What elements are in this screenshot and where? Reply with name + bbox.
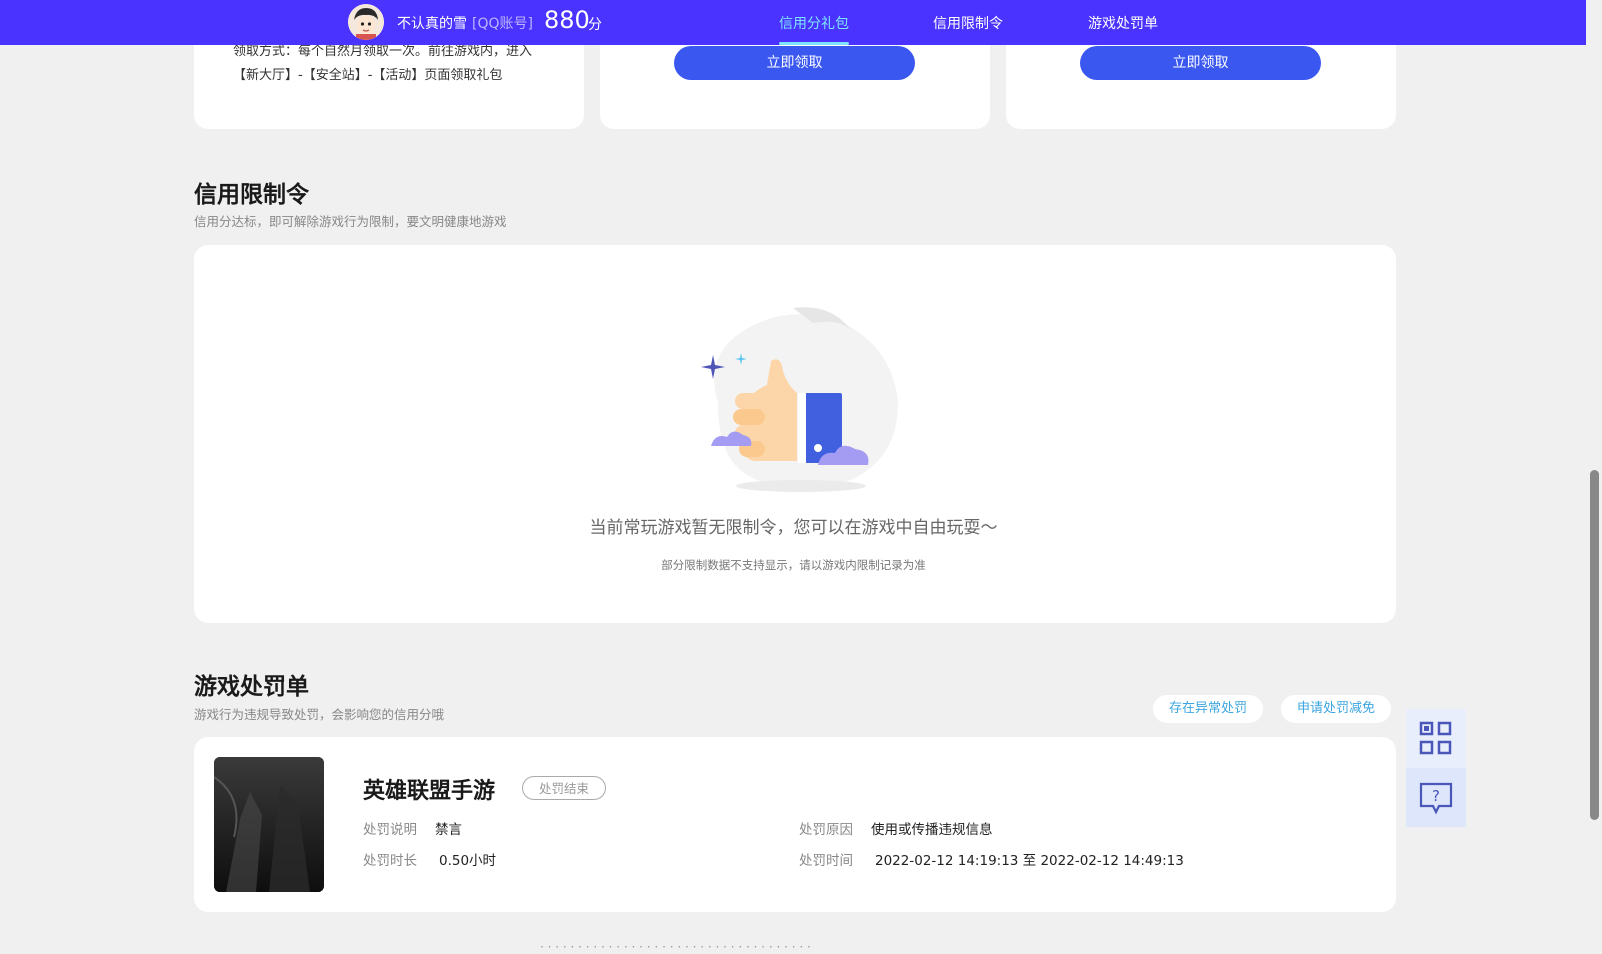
restriction-section-subtitle: 信用分达标，即可解除游戏行为限制，要文明健康地游戏: [194, 214, 507, 229]
feedback-button[interactable]: ?: [1406, 768, 1466, 827]
user-name: 不认真的雪: [397, 16, 467, 32]
svg-text:?: ?: [1432, 787, 1440, 805]
appeal-penalty-button[interactable]: 申请处罚减免: [1281, 695, 1391, 723]
qr-code-icon: [1419, 721, 1452, 755]
abnormal-penalty-button[interactable]: 存在异常处罚: [1153, 695, 1263, 723]
penalty-time-label: 处罚时间: [799, 853, 853, 869]
penalty-duration-label: 处罚时长: [363, 853, 417, 869]
qr-code-button[interactable]: [1406, 709, 1466, 768]
credit-score-unit: 分: [588, 17, 602, 33]
restriction-empty-message: 当前常玩游戏暂无限制令，您可以在游戏中自由玩耍～: [589, 518, 998, 538]
claim-instructions: 领取方式：每个自然月领取一次。前往游戏内，进入【新大厅】-【安全站】-【活动】页…: [233, 44, 533, 83]
claim-button[interactable]: 立即领取: [1080, 46, 1321, 80]
top-navigation-bar: 不认真的雪 [QQ账号] 880 分 信用分礼包 信用限制令 游戏处罚单: [0, 0, 1586, 45]
claim-button[interactable]: 立即领取: [674, 46, 915, 80]
penalty-section-title: 游戏处罚单: [194, 674, 309, 700]
penalty-status-badge: 处罚结束: [522, 776, 606, 800]
game-cover-image: [214, 757, 324, 892]
user-avatar[interactable]: [348, 4, 384, 40]
thumbs-up-illustration: [693, 303, 908, 498]
penalty-time-value: 2022-02-12 14:19:13 至 2022-02-12 14:49:1…: [875, 853, 1184, 869]
feedback-icon: ?: [1419, 782, 1453, 815]
tab-credit-restriction[interactable]: 信用限制令: [933, 13, 1003, 33]
penalty-duration-value: 0.50小时: [439, 853, 497, 869]
footer-text: · · · · · · · · · · · · · · · · · · · · …: [540, 940, 811, 954]
penalty-description-label: 处罚说明: [363, 822, 417, 838]
penalty-description-value: 禁言: [435, 822, 462, 838]
account-type: [QQ账号]: [472, 16, 533, 32]
scrollbar-thumb[interactable]: [1590, 470, 1599, 820]
credit-score: 880: [544, 6, 590, 34]
penalty-section-subtitle: 游戏行为违规导致处罚，会影响您的信用分哦: [194, 707, 445, 722]
penalty-reason-value: 使用或传播违规信息: [871, 822, 993, 838]
restriction-section-title: 信用限制令: [194, 182, 309, 208]
penalty-reason-label: 处罚原因: [799, 822, 853, 838]
tab-credit-gift[interactable]: 信用分礼包: [779, 13, 849, 33]
restriction-empty-note: 部分限制数据不支持显示，请以游戏内限制记录为准: [661, 558, 926, 572]
active-tab-indicator: [779, 42, 849, 45]
tab-game-penalty[interactable]: 游戏处罚单: [1088, 13, 1158, 33]
game-name: 英雄联盟手游: [363, 779, 496, 804]
